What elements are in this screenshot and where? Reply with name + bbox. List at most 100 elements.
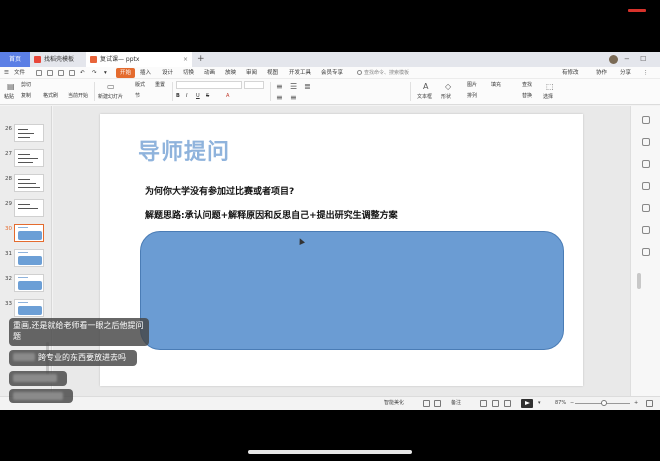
menu-modified[interactable]: 有修改 xyxy=(562,68,579,78)
menu-slideshow[interactable]: 放映 xyxy=(225,68,236,78)
zoom-in-icon[interactable]: + xyxy=(634,397,638,410)
hamburger-menu-icon[interactable]: ☰ xyxy=(4,68,9,78)
zoom-out-icon[interactable]: − xyxy=(570,397,574,410)
tab-home[interactable]: 首页 xyxy=(0,52,30,67)
tab-document[interactable]: 复试课— pptx xyxy=(86,52,192,67)
text-box-icon[interactable]: A xyxy=(423,83,428,91)
print-icon[interactable] xyxy=(58,70,64,76)
align-center-icon[interactable]: ≡ xyxy=(276,94,283,102)
close-tab-icon[interactable]: × xyxy=(183,52,188,67)
menu-share[interactable]: 分享 xyxy=(620,68,631,78)
bold-button[interactable]: B xyxy=(176,93,180,100)
slide-answer-text[interactable]: 解题思路:承认问题+解释原因和反思自己+提出研究生调整方案 xyxy=(145,208,398,221)
select-icon[interactable]: ⬚ xyxy=(546,83,554,91)
tab-templates[interactable]: 找稻壳模板 xyxy=(30,52,86,67)
underline-button[interactable]: U xyxy=(196,93,200,100)
avatar[interactable] xyxy=(609,55,618,64)
zoom-out-icon[interactable]: ▾ xyxy=(538,397,541,410)
paste-button[interactable]: 粘贴 xyxy=(4,94,14,101)
cut-button[interactable]: 剪切 xyxy=(21,82,31,89)
slide-title[interactable]: 导师提问 xyxy=(138,134,230,166)
menu-insert[interactable]: 插入 xyxy=(140,68,151,78)
list-icon[interactable]: ☰ xyxy=(290,83,297,91)
select-button[interactable]: 选择 xyxy=(543,94,553,101)
fill-button[interactable]: 填充 xyxy=(491,82,501,89)
font-size-select[interactable] xyxy=(244,81,264,89)
shape-icon[interactable]: ◇ xyxy=(445,83,451,91)
layout-button[interactable]: 版式 xyxy=(135,82,145,89)
slide-thumbnail[interactable] xyxy=(14,124,44,142)
redo-icon[interactable]: ↷ xyxy=(92,68,97,78)
menu-transition[interactable]: 切换 xyxy=(183,68,194,78)
folder-icon[interactable] xyxy=(36,70,42,76)
menu-collaborate[interactable]: 协作 xyxy=(596,68,607,78)
sorter-view-icon[interactable] xyxy=(492,400,499,407)
slide-question-text[interactable]: 为何你大学没有参加过比赛或者项目? xyxy=(145,184,294,197)
slide-canvas[interactable]: 导师提问 为何你大学没有参加过比赛或者项目? 解题思路:承认问题+解释原因和反思… xyxy=(100,114,583,386)
slide-thumbnail[interactable] xyxy=(14,174,44,192)
align-left-icon[interactable]: ≡ xyxy=(276,83,283,91)
slide-thumbnail-selected[interactable] xyxy=(14,224,44,242)
strikethrough-button[interactable]: S xyxy=(206,93,209,100)
slide-thumbnail[interactable] xyxy=(14,274,44,292)
numbered-list-icon[interactable]: ≣ xyxy=(304,83,311,91)
menu-review[interactable]: 审阅 xyxy=(246,68,257,78)
menu-file[interactable]: 文件 xyxy=(14,68,25,78)
adjust-icon[interactable] xyxy=(642,138,650,146)
rounded-rectangle-shape[interactable] xyxy=(140,231,564,350)
find-button[interactable]: 查找 xyxy=(522,82,532,89)
more-icon[interactable]: ⋮ xyxy=(643,68,649,78)
table-icon[interactable] xyxy=(642,226,650,234)
quick-access-dropdown-icon[interactable]: ▾ xyxy=(104,68,107,78)
canvas-scrollbar[interactable] xyxy=(637,273,641,289)
arrange-button[interactable]: 排列 xyxy=(467,93,477,100)
menu-view[interactable]: 视图 xyxy=(267,68,278,78)
grid-icon[interactable] xyxy=(434,400,441,407)
font-family-select[interactable] xyxy=(176,81,242,89)
new-slide-icon[interactable]: ▭ xyxy=(107,83,115,91)
zoom-slider-handle[interactable] xyxy=(601,400,607,406)
slide-thumbnail[interactable] xyxy=(14,149,44,167)
save-icon[interactable] xyxy=(47,70,53,76)
slide-thumbnail[interactable] xyxy=(14,299,44,317)
zoom-level[interactable]: 87% xyxy=(555,397,566,410)
align-icon[interactable] xyxy=(423,400,430,407)
play-from-current-button[interactable]: 当前开始 xyxy=(68,93,88,100)
play-slideshow-button[interactable] xyxy=(521,399,533,408)
slide-thumbnail[interactable] xyxy=(14,249,44,267)
text-box-button[interactable]: 文本框 xyxy=(417,94,432,101)
slide-thumbnail[interactable] xyxy=(14,199,44,217)
copy-button[interactable]: 复制 xyxy=(21,93,31,100)
undo-icon[interactable]: ↶ xyxy=(80,68,85,78)
menu-developer[interactable]: 开发工具 xyxy=(289,68,311,78)
fit-icon[interactable] xyxy=(646,400,653,407)
section-button[interactable]: 节 xyxy=(135,93,140,100)
settings-icon[interactable] xyxy=(642,248,650,256)
align-right-icon[interactable]: ≡ xyxy=(290,94,297,102)
properties-icon[interactable] xyxy=(642,116,650,124)
font-color-button[interactable]: A xyxy=(226,93,229,100)
new-slide-button[interactable]: 新建幻灯片 xyxy=(98,94,123,101)
image-icon[interactable] xyxy=(642,204,650,212)
picture-button[interactable]: 图片 xyxy=(467,82,477,89)
normal-view-icon[interactable] xyxy=(480,400,487,407)
menu-home-active[interactable]: 开始 xyxy=(116,68,136,78)
menu-animation[interactable]: 动画 xyxy=(204,68,215,78)
smart-beautify-button[interactable]: 智能美化 xyxy=(384,397,404,410)
reading-view-icon[interactable] xyxy=(504,400,511,407)
layer-icon[interactable] xyxy=(642,182,650,190)
window-controls[interactable]: − ☐ xyxy=(624,52,650,67)
reset-button[interactable]: 重置 xyxy=(155,82,165,89)
replace-button[interactable]: 替换 xyxy=(522,93,532,100)
shape-button[interactable]: 形状 xyxy=(441,94,451,101)
new-tab-icon[interactable]: + xyxy=(197,52,205,67)
command-search[interactable]: 查找命令、搜索模板 xyxy=(357,68,409,78)
notes-button[interactable]: 备注 xyxy=(451,397,461,410)
animation-icon[interactable] xyxy=(642,160,650,168)
menu-design[interactable]: 设计 xyxy=(162,68,173,78)
format-painter-button[interactable]: 格式刷 xyxy=(43,93,58,100)
preview-icon[interactable] xyxy=(69,70,75,76)
menu-member[interactable]: 会员专享 xyxy=(321,68,343,78)
paste-icon[interactable]: ▤ xyxy=(7,83,15,91)
italic-button[interactable]: I xyxy=(186,93,187,100)
